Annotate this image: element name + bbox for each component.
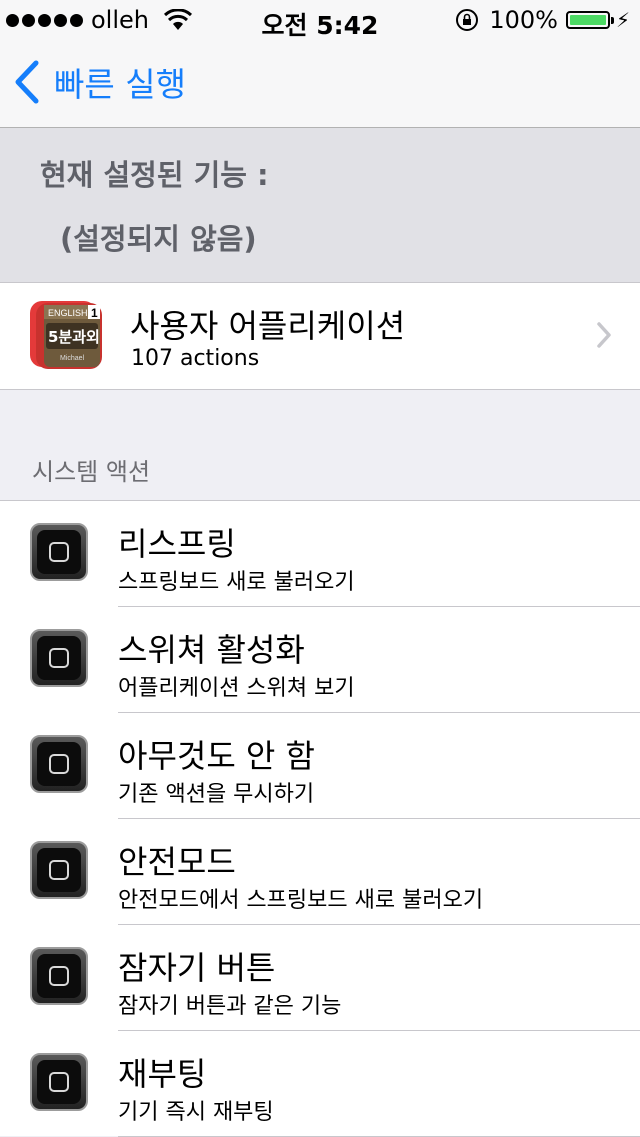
- list-item-title: 스위쳐 활성화: [118, 631, 305, 669]
- list-item-respring[interactable]: 리스프링 스프링보드 새로 불러오기: [0, 501, 640, 607]
- user-applications-title: 사용자 어플리케이션: [130, 307, 406, 345]
- list-item-title: 리스프링: [118, 525, 236, 563]
- status-right: 100% ⚡: [455, 6, 630, 34]
- list-item-subtitle: 잠자기 버튼과 같은 기능: [118, 994, 342, 1019]
- back-button[interactable]: 빠른 실행: [14, 58, 186, 106]
- home-button-icon: [30, 629, 88, 687]
- battery-icon: [565, 11, 614, 29]
- current-setting-title: 현재 설정된 기능 :: [40, 158, 269, 192]
- list-item-title: 잠자기 버튼: [118, 949, 276, 987]
- home-button-icon: [30, 841, 88, 899]
- chevron-left-icon: [15, 60, 39, 104]
- list-item-title: 아무것도 안 함: [118, 737, 315, 775]
- system-actions-header: 시스템 액션: [32, 458, 151, 486]
- list-item-do-nothing[interactable]: 아무것도 안 함 기존 액션을 무시하기: [0, 713, 640, 819]
- home-button-icon: [30, 947, 88, 1005]
- navigation-bar: 빠른 실행: [0, 40, 640, 128]
- list-item-reboot[interactable]: 재부팅 기기 즉시 재부팅: [0, 1031, 640, 1137]
- list-item-safe-mode[interactable]: 안전모드 안전모드에서 스프링보드 새로 불러오기: [0, 819, 640, 925]
- battery-percent: 100%: [489, 6, 558, 34]
- home-button-icon: [30, 523, 88, 581]
- user-applications-subtitle: 107 actions: [131, 346, 260, 371]
- status-bar: olleh 오전 5:42 100% ⚡: [0, 0, 640, 40]
- icon-label-bottom: Michael: [60, 355, 85, 362]
- icon-label-mid: 5분과외: [48, 328, 100, 346]
- list-item-subtitle: 스프링보드 새로 불러오기: [118, 570, 355, 595]
- system-actions-list: 리스프링 스프링보드 새로 불러오기 스위쳐 활성화 어플리케이션 스위쳐 보기…: [0, 500, 640, 1137]
- english-5min-app-icon: ENGLISH 1 5분과외 Michael: [30, 301, 102, 369]
- user-applications-row[interactable]: ENGLISH 1 5분과외 Michael 사용자 어플리케이션 107 ac…: [0, 283, 640, 390]
- icon-label-top: ENGLISH: [48, 308, 88, 318]
- list-item-title: 안전모드: [118, 843, 236, 881]
- current-setting-value: (설정되지 않음): [60, 222, 257, 256]
- list-item-title: 재부팅: [118, 1055, 207, 1093]
- list-item-subtitle: 기존 액션을 무시하기: [118, 782, 315, 807]
- current-setting-panel: 현재 설정된 기능 : (설정되지 않음): [0, 128, 640, 283]
- list-item-sleep-button[interactable]: 잠자기 버튼 잠자기 버튼과 같은 기능: [0, 925, 640, 1031]
- rotation-lock-icon: [456, 9, 479, 31]
- list-item-subtitle: 어플리케이션 스위쳐 보기: [118, 676, 355, 701]
- back-button-label: 빠른 실행: [54, 65, 186, 104]
- charging-bolt-icon: ⚡: [615, 8, 630, 32]
- chevron-right-icon: [597, 322, 611, 348]
- icon-label-num: 1: [91, 306, 98, 320]
- home-button-icon: [30, 735, 88, 793]
- home-button-icon: [30, 1053, 88, 1111]
- list-item-switcher[interactable]: 스위쳐 활성화 어플리케이션 스위쳐 보기: [0, 607, 640, 713]
- list-item-subtitle: 안전모드에서 스프링보드 새로 불러오기: [118, 888, 484, 913]
- list-item-subtitle: 기기 즉시 재부팅: [118, 1100, 274, 1125]
